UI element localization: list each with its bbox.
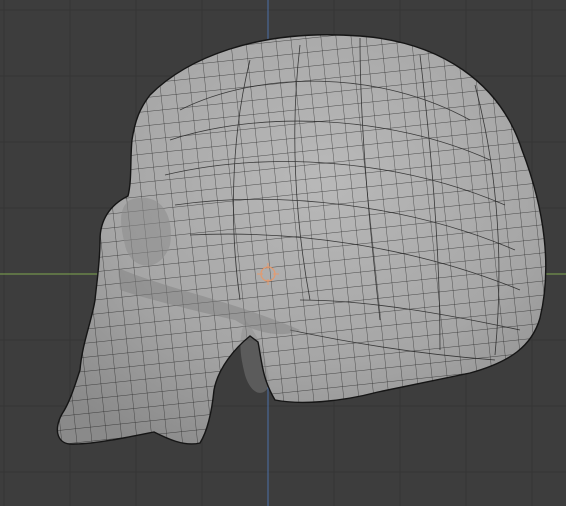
viewport-canvas[interactable] <box>0 0 566 506</box>
3d-viewport[interactable] <box>0 0 566 506</box>
